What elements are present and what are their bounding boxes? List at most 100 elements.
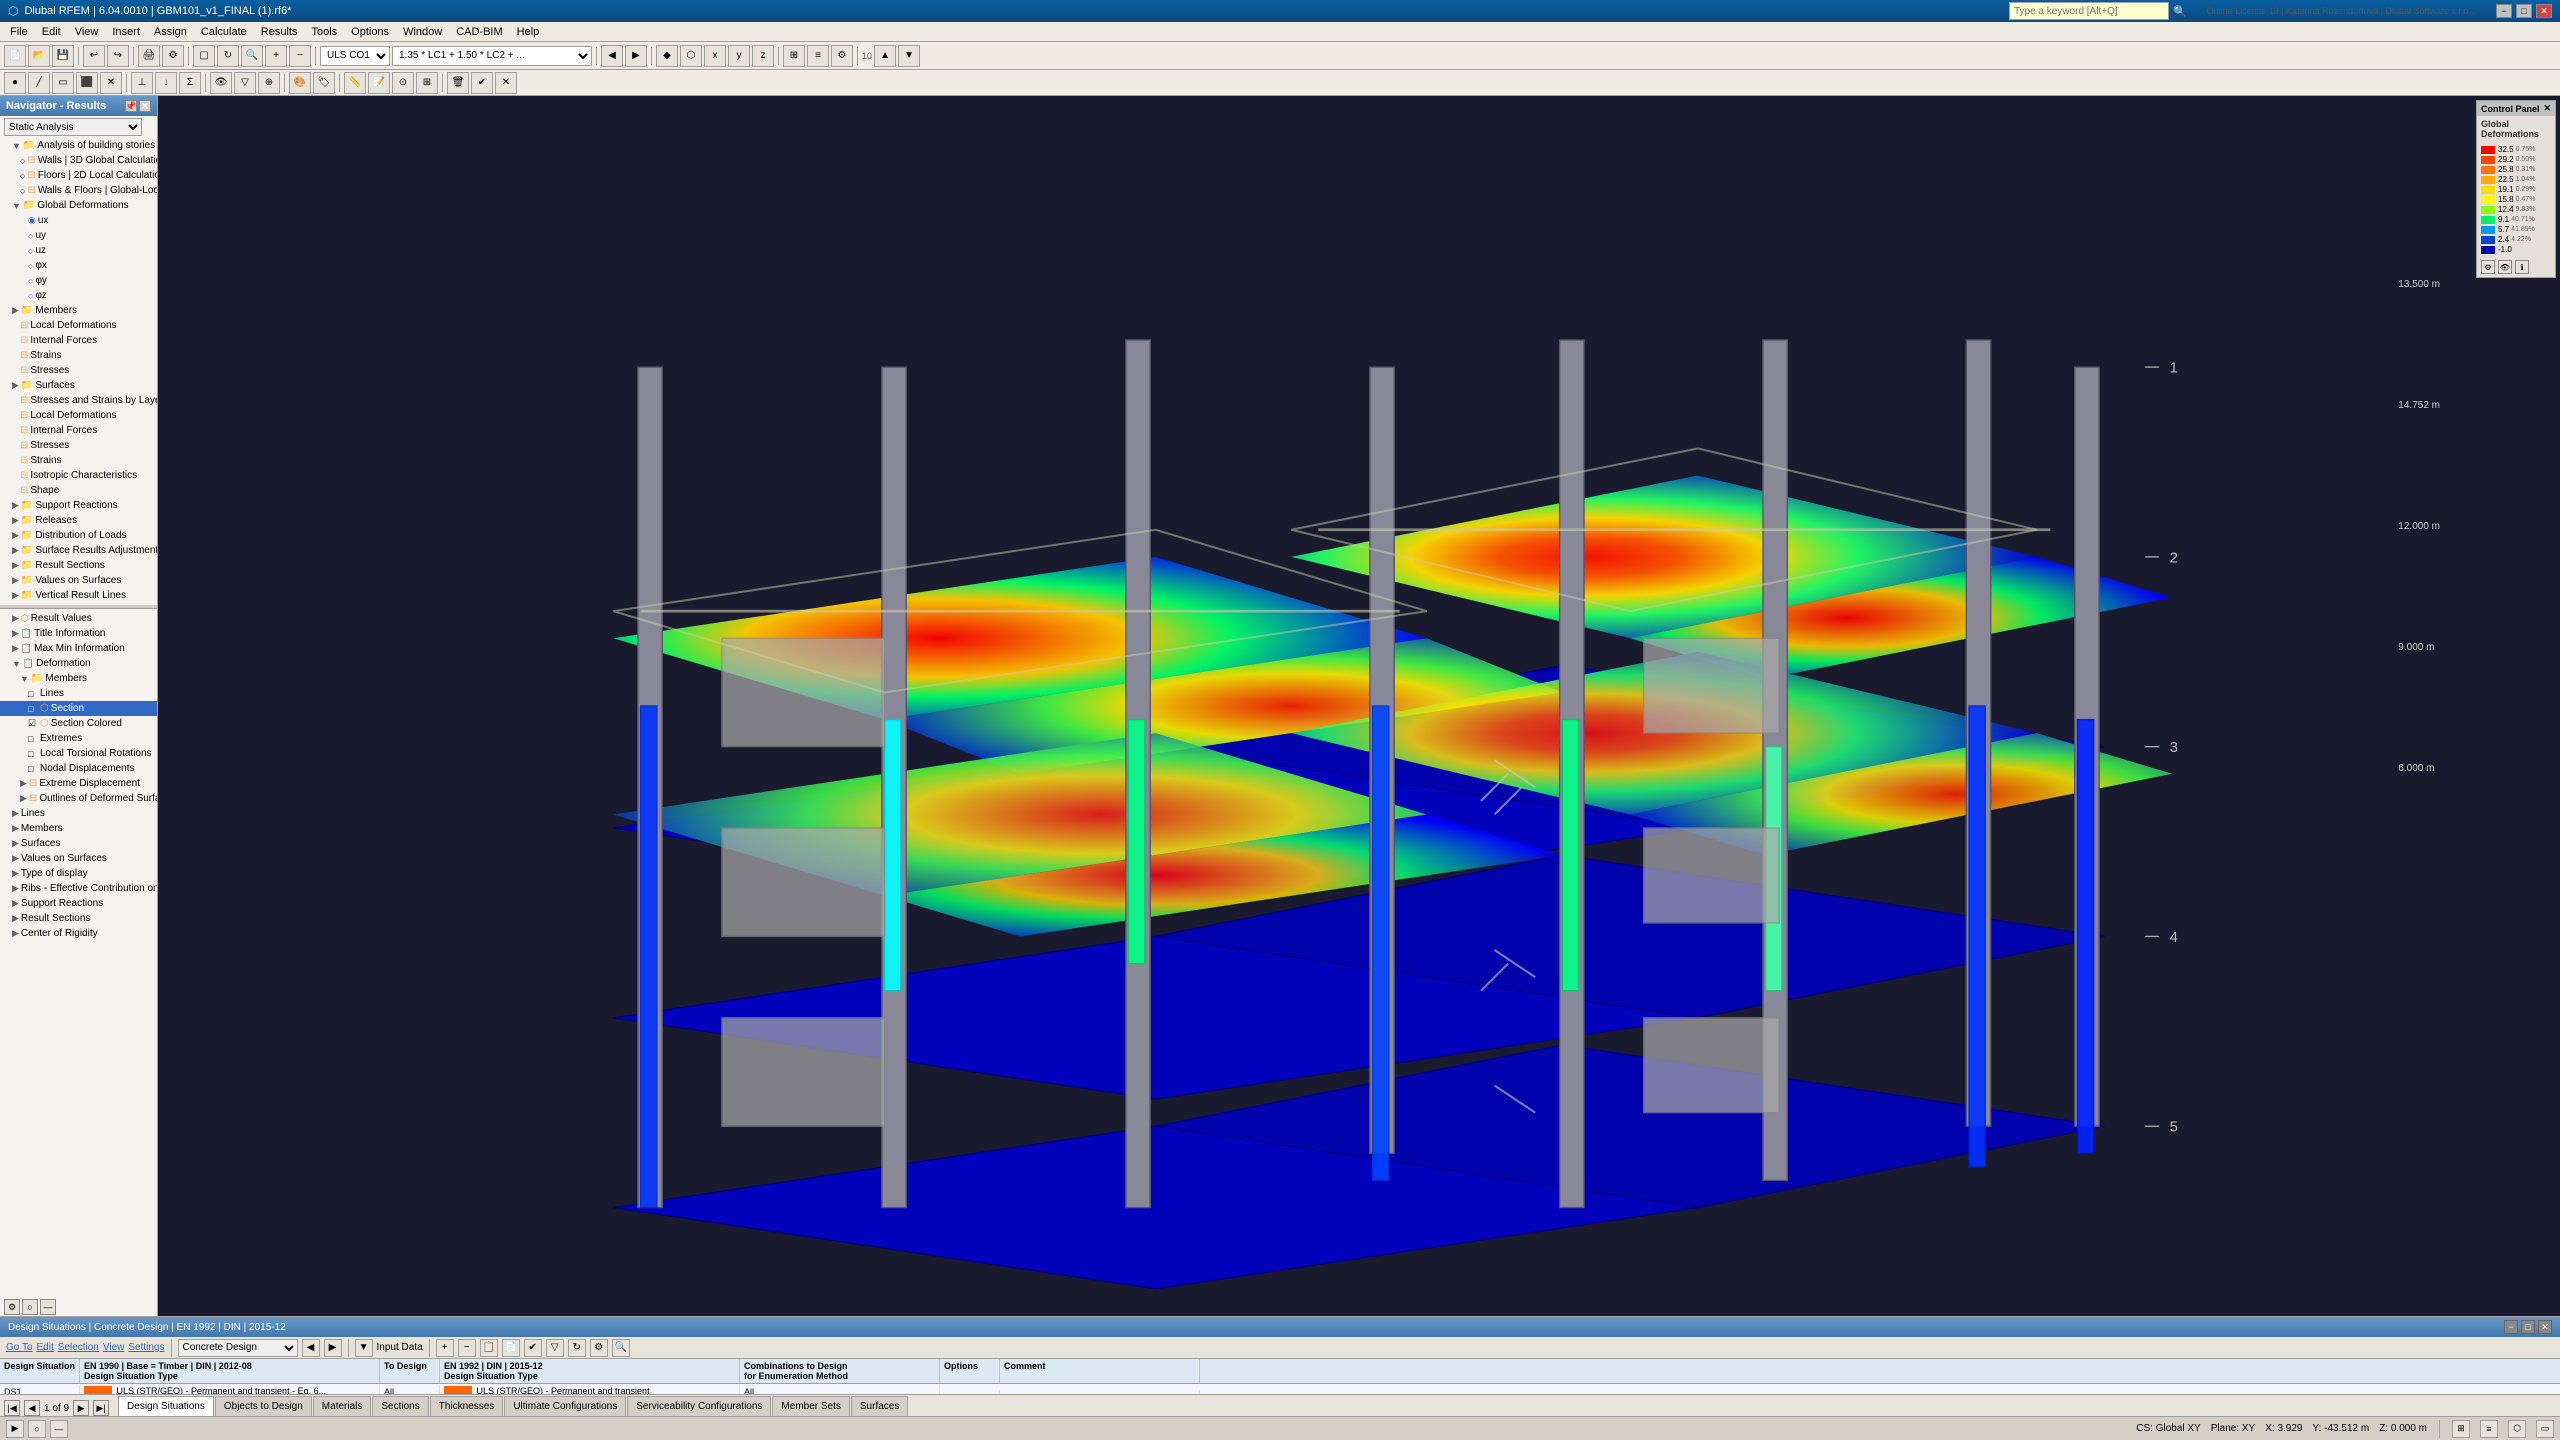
menu-results[interactable]: Results <box>255 24 304 40</box>
bt-del[interactable]: − <box>458 1339 476 1357</box>
tb-undo[interactable]: ↩ <box>83 45 105 67</box>
nav-surf-int-forces[interactable]: ⊟ Internal Forces <box>0 423 157 438</box>
bt-view[interactable]: View <box>103 1342 125 1353</box>
menu-view[interactable]: View <box>69 24 105 40</box>
tab-sections[interactable]: Sections <box>372 1396 428 1416</box>
tb-redo[interactable]: ↪ <box>107 45 129 67</box>
bottom-minimize[interactable]: − <box>2504 1320 2518 1334</box>
nav-mem-local-def[interactable]: ⊟ Local Deformations <box>0 318 157 333</box>
menu-file[interactable]: File <box>4 24 34 40</box>
bt-input-toggle[interactable]: ▼ <box>355 1339 373 1357</box>
bottom-float[interactable]: □ <box>2521 1320 2535 1334</box>
cp-close[interactable]: ✕ <box>2543 103 2551 114</box>
status-view-btn2[interactable]: ≡ <box>2480 1420 2498 1438</box>
nav-def-torsional[interactable]: □ Local Torsional Rotations <box>0 746 157 761</box>
nav-surf-stress-strains[interactable]: ⊟ Stresses and Strains by Layer Thick... <box>0 393 157 408</box>
tb-layers[interactable]: ≡ <box>807 45 829 67</box>
lc-combo[interactable]: ULS CO1 <box>320 46 390 66</box>
tb2-show-all[interactable]: ⊕ <box>258 72 280 94</box>
search-input[interactable] <box>2009 2 2169 20</box>
table-row[interactable]: DS1 ULS (STR/GEO) - Permanent and transi… <box>0 1384 2560 1394</box>
bt-selection[interactable]: Selection <box>58 1342 99 1353</box>
nav-walls-floors[interactable]: ○ ⊟ Walls & Floors | Global-Local Calc..… <box>0 183 157 198</box>
tab-materials[interactable]: Materials <box>313 1396 372 1416</box>
status-view-btn4[interactable]: ▭ <box>2536 1420 2554 1438</box>
nav-uy[interactable]: ○ uy <box>0 228 157 243</box>
nav-def-section-colored[interactable]: ☑ ⬡ Section Colored <box>0 716 157 731</box>
nav-support-reactions2[interactable]: ▶ Support Reactions <box>0 896 157 911</box>
page-next[interactable]: ▶ <box>73 1400 89 1416</box>
tb2-confirm[interactable]: ✔ <box>471 72 493 94</box>
nav-result-values[interactable]: ▶ ⬡ Result Values <box>0 611 157 626</box>
nav-releases[interactable]: ▶ 📁 Releases <box>0 513 157 528</box>
nav-btn-2[interactable]: ○ <box>22 1299 38 1315</box>
tb-select[interactable]: ▢ <box>193 45 215 67</box>
tb-settings2[interactable]: ⚙ <box>831 45 853 67</box>
nav-mem-int-forces[interactable]: ⊟ Internal Forces <box>0 333 157 348</box>
close-button[interactable]: ✕ <box>2536 4 2552 18</box>
nav-def-lines[interactable]: □ Lines <box>0 686 157 701</box>
bt-paste[interactable]: 📄 <box>502 1339 520 1357</box>
menu-edit[interactable]: Edit <box>36 24 67 40</box>
nav-ux[interactable]: ◉ ux <box>0 213 157 228</box>
page-prev[interactable]: ◀ <box>24 1400 40 1416</box>
tb2-surface[interactable]: ▭ <box>52 72 74 94</box>
status-btn-play[interactable]: ▶ <box>6 1420 24 1438</box>
tb-view-y[interactable]: y <box>728 45 750 67</box>
tab-objects-to-design[interactable]: Objects to Design <box>215 1396 312 1416</box>
tb-prev[interactable]: ◀ <box>601 45 623 67</box>
cp-icon-view[interactable]: 👁 <box>2498 260 2512 274</box>
nav-phiy[interactable]: ○ φy <box>0 273 157 288</box>
nav-phiz[interactable]: ○ φz <box>0 288 157 303</box>
tb2-delete[interactable]: 🗑 <box>447 72 469 94</box>
bt-ok[interactable]: ✔ <box>524 1339 542 1357</box>
bt-settings[interactable]: Settings <box>128 1342 164 1353</box>
tb2-node[interactable]: ● <box>4 72 26 94</box>
tb2-grid[interactable]: ⊞ <box>416 72 438 94</box>
tb-rotate[interactable]: ↻ <box>217 45 239 67</box>
bt-copy[interactable]: 📋 <box>480 1339 498 1357</box>
nav-surf-shape[interactable]: ⊟ Shape <box>0 483 157 498</box>
nav-lines2[interactable]: ▶ Lines <box>0 806 157 821</box>
bt-btn1[interactable]: ◀ <box>302 1339 320 1357</box>
tb2-annotate[interactable]: 📝 <box>368 72 390 94</box>
lc-formula[interactable]: 1.35 * LC1 + 1.50 * LC2 + ... <box>392 46 592 66</box>
nav-surface-results[interactable]: ▶ 📁 Surface Results Adjustments <box>0 543 157 558</box>
nav-mem-strains[interactable]: ⊟ Strains <box>0 348 157 363</box>
design-combo[interactable]: Concrete Design <box>178 1339 298 1357</box>
tb-next[interactable]: ▶ <box>625 45 647 67</box>
tb-view-3d[interactable]: ⬡ <box>680 45 702 67</box>
nav-building-stories[interactable]: ▼ 📁 Analysis of building stories <box>0 138 157 153</box>
tb-save[interactable]: 💾 <box>52 45 74 67</box>
tab-design-situations[interactable]: Design Situations <box>118 1396 214 1416</box>
nav-center-rigidity[interactable]: ▶ Center of Rigidity <box>0 926 157 941</box>
nav-close[interactable]: ✕ <box>139 100 151 112</box>
tb-render[interactable]: ◆ <box>656 45 678 67</box>
tb2-support[interactable]: ⊥ <box>131 72 153 94</box>
tab-member-sets[interactable]: Member Sets <box>772 1396 849 1416</box>
nav-members[interactable]: ▶ 📁 Members <box>0 303 157 318</box>
nav-def-nodal[interactable]: □ Nodal Displacements <box>0 761 157 776</box>
nav-result-sections[interactable]: ▶ 📁 Result Sections <box>0 558 157 573</box>
tb2-color[interactable]: 🎨 <box>289 72 311 94</box>
nav-btn-3[interactable]: — <box>40 1299 56 1315</box>
tb-print[interactable]: 🖨 <box>138 45 160 67</box>
nav-def-members[interactable]: ▼ 📁 Members <box>0 671 157 686</box>
nav-uz[interactable]: ○ uz <box>0 243 157 258</box>
bt-edit[interactable]: Edit <box>37 1342 54 1353</box>
nav-members2[interactable]: ▶ Members <box>0 821 157 836</box>
nav-deformation[interactable]: ▼ 📋 Deformation <box>0 656 157 671</box>
nav-analysis-select[interactable]: Static Analysis <box>4 118 142 136</box>
nav-maxmin-info[interactable]: ▶ 📋 Max Min Information <box>0 641 157 656</box>
menu-assign[interactable]: Assign <box>148 24 193 40</box>
nav-floors-2d[interactable]: ○ ⊟ Floors | 2D Local Calculation <box>0 168 157 183</box>
maximize-button[interactable]: □ <box>2516 4 2532 18</box>
menu-insert[interactable]: Insert <box>106 24 146 40</box>
nav-surf-strains[interactable]: ⊟ Strains <box>0 453 157 468</box>
tb2-cross[interactable]: ✕ <box>100 72 122 94</box>
bt-config[interactable]: ⚙ <box>590 1339 608 1357</box>
tb2-eye[interactable]: 👁 <box>210 72 232 94</box>
menu-cadbim[interactable]: CAD-BIM <box>450 24 508 40</box>
menu-window[interactable]: Window <box>397 24 448 40</box>
tb2-line[interactable]: ╱ <box>28 72 50 94</box>
